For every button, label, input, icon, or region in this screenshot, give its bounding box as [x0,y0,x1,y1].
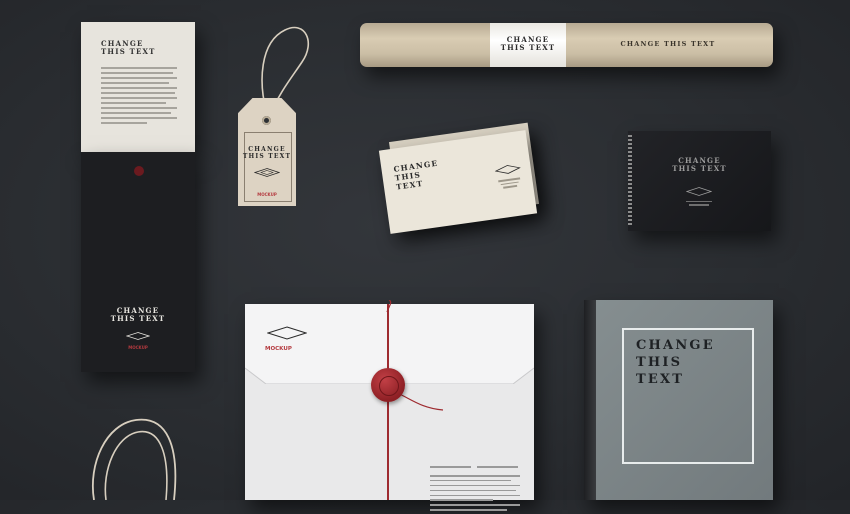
tube-band-title: CHANGE THIS TEXT [500,35,556,53]
envelope-string-top [386,300,392,313]
folder-mockup-label: MOCKUP [128,345,148,350]
tube-side-title: CHANGE THIS TEXT [620,40,716,48]
card-title: CHANGE THIS TEXT [392,158,439,192]
hang-tag: CHANGE THIS TEXT MOCKUP [238,98,296,206]
hardcover-book: CHANGE THIS TEXT [584,300,773,500]
book-spine [584,300,596,500]
notebook-title: CHANGE THIS TEXT [672,156,727,174]
folder-seal-dot [134,166,144,176]
dark-folder: CHANGE THIS TEXT MOCKUP [81,152,195,372]
diamond-logo-icon [254,168,280,177]
folder-title: CHANGE THIS TEXT [110,306,166,324]
envelope: MOCKUP [245,304,534,511]
dark-notebook: CHANGE THIS TEXT [628,131,771,231]
tag-hole [262,116,271,125]
letter-body-lines [101,67,177,127]
wax-seal-ring [379,376,399,396]
notebook-spiral [628,135,632,227]
envelope-address-lines [430,456,520,514]
notebook-lines [686,201,712,208]
letter-sheet: CHANGE THIS TEXT [81,22,195,152]
letter-title: CHANGE THIS TEXT [101,39,156,57]
envelope-mockup-label: MOCKUP [265,346,292,352]
diamond-logo-icon [494,165,521,174]
diamond-logo-icon [686,187,712,196]
diamond-logo-icon [126,332,150,340]
envelope-string [387,304,389,500]
tag-mockup-label: MOCKUP [257,192,277,197]
poster-tube: CHANGE THIS TEXT CHANGE THIS TEXT [360,23,773,67]
diamond-logo-icon [267,326,307,340]
book-title: CHANGE THIS TEXT [636,338,715,387]
card-contact-lines [498,177,521,190]
loose-string-icon [92,418,177,500]
tag-title: CHANGE THIS TEXT [242,146,292,161]
